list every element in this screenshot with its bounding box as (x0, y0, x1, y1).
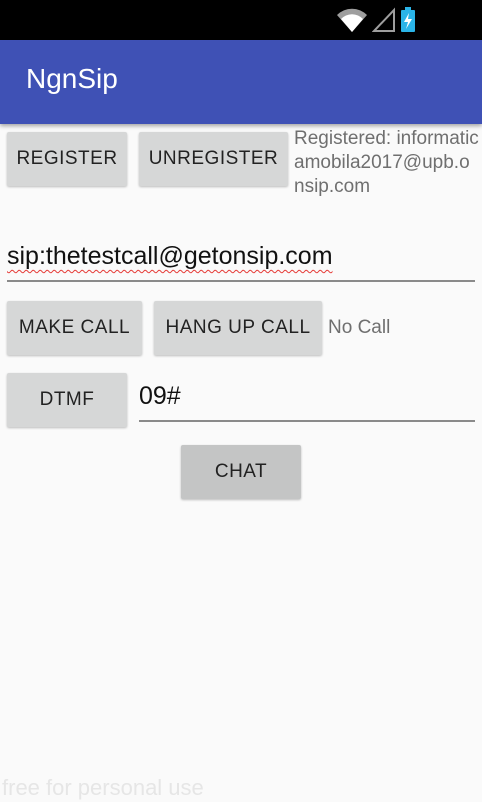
dtmf-input[interactable]: 09# (139, 382, 475, 422)
app-bar: NgnSip (0, 40, 482, 124)
call-status: No Call (328, 317, 391, 338)
register-button[interactable]: REGISTER (7, 132, 127, 186)
watermark-text: free for personal use (2, 775, 204, 800)
hang-up-call-button[interactable]: HANG UP CALL (154, 301, 322, 355)
registration-status: Registered: informaticamobila2017@upb.on… (294, 128, 479, 197)
app-title: NgnSip (26, 63, 118, 94)
make-call-button[interactable]: MAKE CALL (7, 301, 142, 355)
dtmf-button[interactable]: DTMF (7, 373, 127, 427)
status-icons (336, 6, 416, 34)
sip-address-input[interactable]: sip:thetestcall@getonsip.com (7, 242, 475, 282)
chat-button[interactable]: CHAT (181, 445, 301, 499)
status-bar (0, 0, 482, 40)
cell-signal-icon (372, 7, 395, 32)
sip-address-text: sip:thetestcall@getonsip.com (7, 242, 333, 270)
wifi-icon (337, 8, 367, 33)
battery-charging-icon (401, 7, 415, 32)
unregister-button[interactable]: UNREGISTER (139, 132, 288, 186)
